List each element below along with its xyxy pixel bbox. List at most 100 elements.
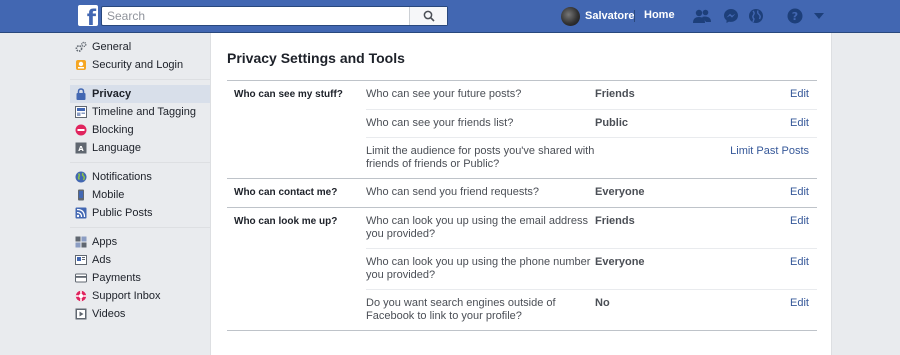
main-content: Privacy Settings and Tools Who can see m…: [210, 33, 832, 355]
sidebar-item-label: Payments: [92, 272, 141, 284]
sidebar-item-privacy[interactable]: Privacy: [70, 85, 210, 103]
sidebar-item-ads[interactable]: Ads: [70, 251, 210, 269]
sidebar-item-blocking[interactable]: Blocking: [70, 121, 210, 139]
sidebar-item-label: Public Posts: [92, 207, 153, 219]
svg-text:?: ?: [792, 10, 798, 23]
settings-section-see-my-stuff: Who can see my stuff? Who can see your f…: [227, 81, 817, 178]
setting-question: Limit the audience for posts you've shar…: [366, 145, 595, 170]
lifebuoy-icon: [75, 290, 87, 302]
setting-question: Who can send you friend requests?: [366, 186, 540, 198]
setting-row: Who can see your future posts? Friends E…: [366, 81, 817, 109]
friend-requests-icon[interactable]: [692, 7, 712, 25]
video-icon: [75, 308, 87, 320]
search-icon: [423, 10, 435, 22]
facebook-logo-icon[interactable]: f: [78, 5, 98, 26]
account-menu-chevron-down-icon[interactable]: [809, 7, 829, 25]
block-icon: [75, 124, 87, 136]
setting-question: Who can see your future posts?: [366, 88, 522, 100]
payments-icon: [75, 272, 87, 284]
rss-icon: [75, 207, 87, 219]
setting-value: Friends: [595, 215, 635, 227]
sidebar-item-security[interactable]: Security and Login: [70, 56, 210, 74]
search-button[interactable]: [409, 7, 447, 25]
setting-row: Who can see your friends list? Public Ed…: [366, 109, 817, 137]
ads-icon: [75, 254, 87, 266]
privacy-settings-table: Who can see my stuff? Who can see your f…: [227, 80, 817, 331]
edit-link[interactable]: Edit: [695, 256, 817, 282]
gear-icon: [75, 41, 87, 53]
setting-question: Who can look you up using the phone numb…: [366, 256, 591, 281]
setting-question: Who can look you up using the email addr…: [366, 215, 588, 240]
sidebar-item-label: Videos: [92, 308, 126, 320]
nav-group-privacy: Privacy Timeline and Tagging Blocking A …: [70, 80, 210, 163]
sidebar-item-label: General: [92, 41, 132, 53]
mobile-icon: [75, 189, 87, 201]
search-input[interactable]: [102, 7, 412, 25]
messenger-icon[interactable]: [721, 7, 741, 25]
sidebar-item-label: Support Inbox: [92, 290, 161, 302]
setting-row: Limit the audience for posts you've shar…: [366, 137, 817, 178]
help-icon[interactable]: ?: [785, 7, 805, 25]
limit-past-posts-link[interactable]: Limit Past Posts: [695, 145, 817, 171]
setting-value: Everyone: [595, 256, 645, 268]
sidebar-item-label: Blocking: [92, 124, 134, 136]
sidebar-item-label: Mobile: [92, 189, 125, 201]
badge-icon: [75, 59, 87, 71]
setting-value: Public: [595, 117, 629, 129]
settings-section-contact-me: Who can contact me? Who can send you fri…: [227, 178, 817, 207]
nav-group-account: General Security and Login: [70, 33, 210, 80]
padlock-icon: [75, 88, 87, 100]
edit-link[interactable]: Edit: [695, 117, 817, 130]
sidebar-item-support-inbox[interactable]: Support Inbox: [70, 287, 210, 305]
divider: [634, 10, 635, 22]
sidebar-item-notifications[interactable]: Notifications: [70, 168, 210, 186]
edit-link[interactable]: Edit: [695, 215, 817, 241]
setting-row: Who can look you up using the phone numb…: [366, 248, 817, 289]
section-rows: Who can send you friend requests? Everyo…: [366, 179, 817, 207]
sidebar-item-language[interactable]: A Language: [70, 139, 210, 157]
setting-question: Do you want search engines outside of Fa…: [366, 297, 556, 322]
sidebar-item-timeline[interactable]: Timeline and Tagging: [70, 103, 210, 121]
settings-section-look-me-up: Who can look me up? Who can look you up …: [227, 207, 817, 330]
settings-sidebar: General Security and Login Privacy Timel…: [70, 33, 210, 355]
sidebar-item-label: Security and Login: [92, 59, 184, 71]
svg-text:A: A: [78, 145, 84, 153]
sidebar-item-label: Privacy: [92, 88, 132, 100]
setting-row: Do you want search engines outside of Fa…: [366, 289, 817, 330]
sidebar-item-label: Notifications: [92, 171, 152, 183]
sidebar-item-general[interactable]: General: [70, 38, 210, 56]
sidebar-item-label: Timeline and Tagging: [92, 106, 196, 118]
edit-link[interactable]: Edit: [695, 88, 817, 102]
home-link[interactable]: Home: [644, 9, 675, 21]
profile-link[interactable]: Salvatore: [561, 6, 635, 26]
setting-question: Who can see your friends list?: [366, 117, 514, 129]
globe-icon: [75, 171, 87, 183]
sidebar-item-label: Apps: [92, 236, 118, 248]
sidebar-item-payments[interactable]: Payments: [70, 269, 210, 287]
nav-group-apps: Apps Ads Payments Support Inbox Videos: [70, 228, 210, 328]
sidebar-item-mobile[interactable]: Mobile: [70, 186, 210, 204]
setting-value: No: [595, 297, 610, 309]
notifications-globe-icon[interactable]: [746, 7, 766, 25]
sidebar-item-videos[interactable]: Videos: [70, 305, 210, 323]
profile-name: Salvatore: [585, 10, 635, 22]
setting-value: [595, 145, 695, 171]
nav-group-notifications: Notifications Mobile Public Posts: [70, 163, 210, 228]
top-bar: f Salvatore Home: [0, 0, 900, 33]
sidebar-item-apps[interactable]: Apps: [70, 233, 210, 251]
section-label: Who can contact me?: [234, 187, 338, 198]
language-icon: A: [75, 142, 87, 154]
sidebar-item-public-posts[interactable]: Public Posts: [70, 204, 210, 222]
edit-link[interactable]: Edit: [695, 186, 817, 200]
section-label: Who can see my stuff?: [234, 89, 343, 100]
section-rows: Who can look you up using the email addr…: [366, 208, 817, 330]
edit-link[interactable]: Edit: [695, 297, 817, 323]
page-title: Privacy Settings and Tools: [227, 50, 405, 66]
setting-value: Everyone: [595, 186, 645, 198]
setting-row: Who can look you up using the email addr…: [366, 208, 817, 248]
search-box: [101, 6, 448, 26]
section-label: Who can look me up?: [234, 216, 338, 227]
section-rows: Who can see your future posts? Friends E…: [366, 81, 817, 178]
timeline-icon: [75, 106, 87, 118]
apps-icon: [75, 236, 87, 248]
